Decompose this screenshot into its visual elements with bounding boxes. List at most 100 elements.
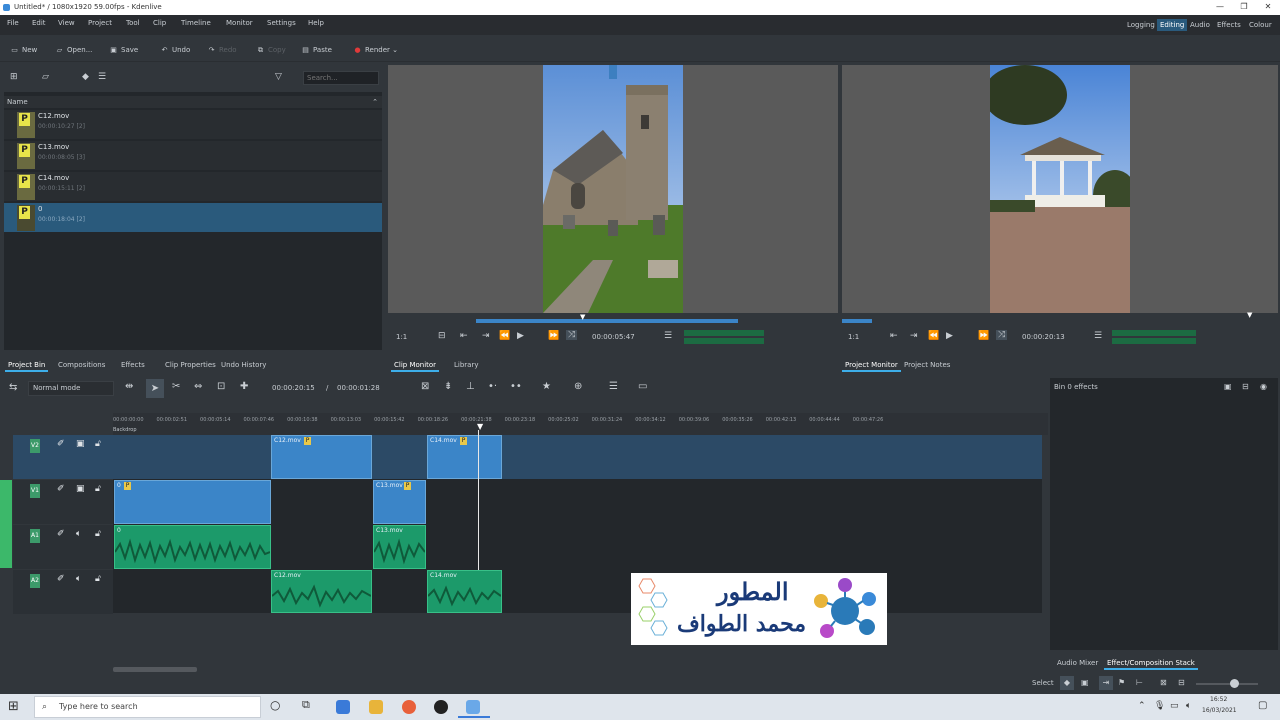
minimize-button[interactable]: — <box>1208 0 1232 15</box>
menu-view[interactable]: View <box>58 19 75 27</box>
track-header-a2[interactable]: A2 ✐ 🔈︎ 🔓︎ <box>13 570 113 614</box>
effects-wand-icon[interactable]: ✐ <box>57 484 65 494</box>
project-monitor-ruler[interactable]: ▼ <box>842 311 1278 325</box>
tab-effect-stack[interactable]: Effect/Composition Stack <box>1104 656 1198 670</box>
multicam-tool-icon[interactable]: ✚ <box>240 381 248 392</box>
tray-arrow-icon[interactable]: ⌃ <box>1138 701 1146 711</box>
speaker-icon[interactable]: 🔈︎ <box>76 574 81 584</box>
lock-icon[interactable]: 🔓︎ <box>95 529 101 539</box>
timeline-audio-clip[interactable]: 0 <box>114 525 271 569</box>
clock-time[interactable]: 16:52 <box>1210 696 1227 703</box>
monitor-menu-icon[interactable]: ☰ <box>1094 331 1102 341</box>
effects-wand-icon[interactable]: ✐ <box>57 529 65 539</box>
timeline-duration[interactable]: 00:00:01:28 <box>337 384 380 392</box>
bin-item[interactable]: P C14.mov 00:00:15:11 [2] <box>4 172 382 202</box>
undo-button[interactable]: ↶ Undo <box>160 44 191 56</box>
windows-start-icon[interactable]: ⊞ <box>8 699 19 714</box>
menu-settings[interactable]: Settings <box>267 19 296 27</box>
markers-icon[interactable]: ⚑ <box>1118 678 1125 687</box>
play-icon[interactable]: ▶ <box>517 331 524 341</box>
speaker-icon[interactable]: 🔈︎ <box>76 529 81 539</box>
notifications-icon[interactable]: ▢ <box>1258 700 1267 711</box>
clip-playhead-icon[interactable]: ▼ <box>580 313 585 321</box>
loop-icon[interactable]: ⤨ <box>566 330 578 340</box>
razor-tool-icon[interactable]: ✂ <box>172 381 180 392</box>
effects-wand-icon[interactable]: ✐ <box>57 574 65 584</box>
extract-icon[interactable]: •• <box>510 381 522 392</box>
timeline-playhead-line[interactable] <box>478 430 479 570</box>
project-zoom-select[interactable]: 1:1 <box>848 333 859 341</box>
firefox-icon[interactable] <box>402 700 416 714</box>
menu-help[interactable]: Help <box>308 19 324 27</box>
spacer-tool-icon[interactable]: ⇹ <box>125 381 133 392</box>
volume-icon[interactable]: 🔈︎ <box>1186 701 1191 711</box>
tab-undo-history[interactable]: Undo History <box>218 358 269 372</box>
tab-project-monitor[interactable]: Project Monitor <box>842 358 901 372</box>
bin-item[interactable]: P 0 00:00:18:04 [2] <box>4 203 382 233</box>
cortana-icon[interactable]: ○ <box>270 698 280 712</box>
timeline-position[interactable]: 00:00:20:15 <box>272 384 315 392</box>
obs-icon[interactable] <box>434 700 448 714</box>
menu-monitor[interactable]: Monitor <box>226 19 253 27</box>
zoom-slider-handle[interactable] <box>1230 679 1239 688</box>
display-options-icon[interactable]: ▭ <box>638 381 647 392</box>
menu-edit[interactable]: Edit <box>32 19 46 27</box>
tag-icon[interactable]: ◆ <box>82 72 89 82</box>
overwrite-icon[interactable]: ⊥ <box>466 381 475 392</box>
open-button[interactable]: ▱ Open... <box>55 44 93 56</box>
tab-project-bin[interactable]: Project Bin <box>5 358 49 372</box>
timeline-clip[interactable]: 0P <box>114 480 271 524</box>
bin-item[interactable]: P C13.mov 00:00:08:05 [3] <box>4 141 382 171</box>
workspace-editing[interactable]: Editing <box>1157 19 1188 31</box>
workspace-logging[interactable]: Logging <box>1124 19 1158 31</box>
add-folder-icon[interactable]: ▱ <box>42 72 49 82</box>
tab-effects[interactable]: Effects <box>118 358 148 372</box>
bin-search-input[interactable] <box>303 71 379 85</box>
menu-clip[interactable]: Clip <box>153 19 166 27</box>
favorite-star-icon[interactable]: ★ <box>542 381 551 392</box>
filter-icon[interactable]: ▽ <box>275 72 282 82</box>
fit-icon[interactable]: ⊟ <box>438 331 446 341</box>
track-header-v1[interactable]: V1 ✐ ▣ 🔓︎ <box>13 480 113 524</box>
menu-list-icon[interactable]: ☰ <box>98 72 106 82</box>
lock-icon[interactable]: 🔓︎ <box>95 439 101 449</box>
task-view-icon[interactable]: ⧉ <box>302 698 310 712</box>
mail-icon[interactable] <box>336 700 350 714</box>
insert-icon[interactable]: ⇟ <box>444 381 452 392</box>
bin-item[interactable]: P C12.mov 00:00:10:27 [2] <box>4 110 382 140</box>
compare-icon[interactable]: ◉ <box>1260 382 1267 391</box>
lift-icon[interactable]: •· <box>488 381 497 392</box>
clock-date[interactable]: 16/03/2021 <box>1202 707 1237 714</box>
project-playhead-icon[interactable]: ▼ <box>1247 311 1252 319</box>
close-button[interactable]: ✕ <box>1256 0 1280 15</box>
clip-monitor-ruler[interactable]: ▼ <box>388 313 838 325</box>
audio-thumb-icon[interactable]: ⇥ <box>1099 676 1113 690</box>
zoom-slider[interactable] <box>1196 683 1258 685</box>
timeline-ruler[interactable]: 00:00:00:00 00:00:02:51 00:00:05:14 00:00:0… <box>113 413 1048 435</box>
tab-clip-properties[interactable]: Clip Properties <box>162 358 219 372</box>
sort-chevron-icon[interactable]: ⌃ <box>372 96 378 108</box>
clip-timecode[interactable]: 00:00:05:47 <box>592 333 635 341</box>
clip-monitor-view[interactable] <box>388 65 838 313</box>
zoom-fit-icon[interactable]: ⊠ <box>1160 678 1167 687</box>
workspace-colour[interactable]: Colour <box>1246 19 1275 31</box>
menu-file[interactable]: File <box>7 19 19 27</box>
film-icon[interactable]: ▣ <box>76 484 85 494</box>
monitor-menu-icon[interactable]: ☰ <box>664 331 672 341</box>
timeline-audio-clip[interactable]: C14.mov <box>427 570 502 613</box>
tab-audio-mixer[interactable]: Audio Mixer <box>1054 656 1101 670</box>
view-mode-icon[interactable]: ⊞ <box>10 72 18 82</box>
thumbnails-icon[interactable]: ▣ <box>1081 678 1089 687</box>
select-tool-icon[interactable]: ➤ <box>146 379 164 398</box>
clip-zoom-select[interactable]: 1:1 <box>396 333 407 341</box>
timeline-audio-clip[interactable]: C12.mov <box>271 570 372 613</box>
add-marker-icon[interactable]: ⊕ <box>574 381 582 392</box>
workspace-audio[interactable]: Audio <box>1187 19 1213 31</box>
track-header-v2[interactable]: V2 ✐ ▣ 🔓︎ <box>13 435 113 479</box>
snap-icon[interactable]: ◆ <box>1060 676 1074 690</box>
project-monitor-view[interactable] <box>842 65 1278 313</box>
set-in-icon[interactable]: ⇤ <box>460 331 468 341</box>
menu-timeline[interactable]: Timeline <box>181 19 211 27</box>
rewind-icon[interactable]: ⏪ <box>499 331 510 341</box>
timeline-audio-clip[interactable]: C13.mov <box>373 525 426 569</box>
